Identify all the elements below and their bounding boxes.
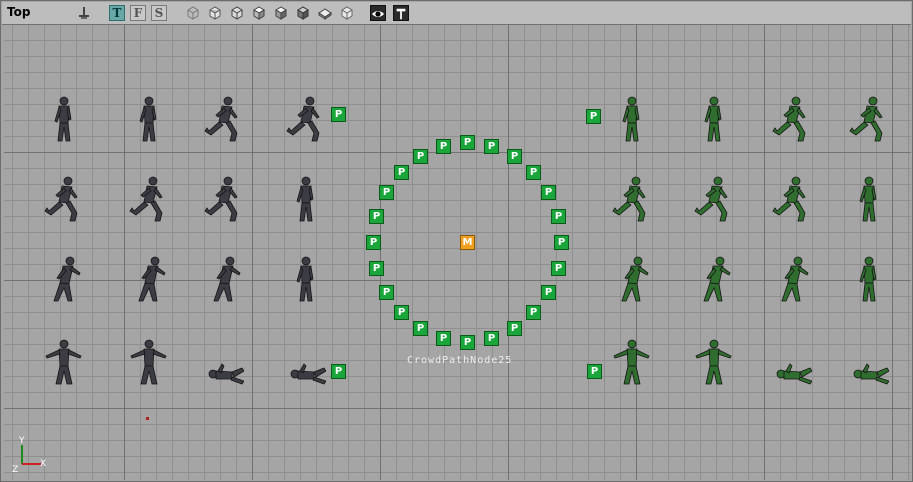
dark-soldier-actor[interactable] — [129, 175, 169, 225]
dark-soldier-actor[interactable] — [44, 95, 84, 145]
dynamic-light-cube-icon[interactable] — [273, 5, 289, 21]
anchor-icon[interactable] — [76, 5, 92, 21]
viewport-window: Top T F S CrowdPathNode25 M Y X Z P P P … — [0, 0, 913, 482]
crowd-path-node[interactable]: P — [526, 305, 541, 320]
dark-soldier-actor[interactable] — [204, 175, 244, 225]
crowd-path-node[interactable]: P — [507, 149, 522, 164]
green-soldier-actor[interactable] — [772, 175, 812, 225]
lit-cube-icon[interactable] — [295, 5, 311, 21]
crowd-path-node[interactable]: P — [379, 185, 394, 200]
crowd-path-node[interactable]: P — [413, 149, 428, 164]
dark-soldier-actor[interactable] — [286, 95, 326, 145]
zone-cube-icon[interactable] — [207, 5, 223, 21]
viewport-canvas[interactable]: CrowdPathNode25 M Y X Z PPPPPPPPPPPPPPPP… — [4, 25, 911, 480]
dark-soldier-actor[interactable] — [44, 338, 84, 388]
axis-gizmo: Y X Z — [10, 436, 60, 477]
green-soldier-actor[interactable] — [849, 255, 889, 305]
origin-marker — [146, 417, 149, 420]
dark-soldier-actor[interactable] — [286, 338, 326, 388]
crowd-path-node[interactable]: P — [331, 364, 346, 379]
selected-node-label: CrowdPathNode25 — [407, 355, 513, 366]
crowd-master-node[interactable]: M — [460, 235, 475, 250]
tab-top-view[interactable]: T — [109, 5, 125, 21]
dark-soldier-actor[interactable] — [129, 95, 169, 145]
green-soldier-actor[interactable] — [694, 175, 734, 225]
green-soldier-actor[interactable] — [694, 255, 734, 305]
texture-cube-icon[interactable] — [229, 5, 245, 21]
tab-side-view[interactable]: S — [151, 5, 167, 21]
green-soldier-actor[interactable] — [612, 338, 652, 388]
crowd-path-node[interactable]: P — [586, 109, 601, 124]
solid-cube-icon[interactable] — [251, 5, 267, 21]
axis-y-label: Y — [19, 436, 25, 446]
viewport-toolbar: Top T F S — [2, 2, 911, 25]
dark-soldier-actor[interactable] — [204, 255, 244, 305]
green-soldier-actor[interactable] — [612, 175, 652, 225]
material-cube-icon[interactable] — [317, 5, 333, 21]
green-soldier-actor[interactable] — [612, 95, 652, 145]
crowd-path-node[interactable]: P — [366, 235, 381, 250]
eye-icon[interactable] — [370, 5, 386, 21]
crowd-path-node[interactable]: P — [587, 364, 602, 379]
viewport-title: Top — [7, 5, 31, 19]
crowd-path-node[interactable]: P — [436, 139, 451, 154]
wireframe-cube-icon[interactable] — [185, 5, 201, 21]
green-soldier-actor[interactable] — [772, 95, 812, 145]
crowd-path-node[interactable]: P — [484, 139, 499, 154]
crowd-path-node[interactable]: P — [551, 261, 566, 276]
green-soldier-actor[interactable] — [612, 255, 652, 305]
tab-front-view[interactable]: F — [130, 5, 146, 21]
crowd-path-node[interactable]: P — [394, 165, 409, 180]
crowd-path-node[interactable]: P — [541, 285, 556, 300]
green-soldier-actor[interactable] — [849, 338, 889, 388]
dark-soldier-actor[interactable] — [44, 175, 84, 225]
crowd-path-node[interactable]: P — [413, 321, 428, 336]
crowd-path-node[interactable]: P — [379, 285, 394, 300]
dark-soldier-actor[interactable] — [286, 175, 326, 225]
green-soldier-actor[interactable] — [772, 338, 812, 388]
unlit-cube-icon[interactable] — [339, 5, 355, 21]
axis-z-label: Z — [12, 465, 19, 475]
pin-icon[interactable] — [393, 5, 409, 21]
crowd-path-node[interactable]: P — [369, 209, 384, 224]
axis-x-label: X — [40, 459, 47, 469]
crowd-path-node[interactable]: P — [484, 331, 499, 346]
crowd-path-node[interactable]: P — [554, 235, 569, 250]
crowd-path-node[interactable]: P — [436, 331, 451, 346]
crowd-path-node[interactable]: P — [526, 165, 541, 180]
crowd-path-node[interactable]: P — [507, 321, 522, 336]
crowd-path-node[interactable]: P — [551, 209, 566, 224]
dark-soldier-actor[interactable] — [129, 255, 169, 305]
dark-soldier-actor[interactable] — [286, 255, 326, 305]
crowd-path-node[interactable]: P — [541, 185, 556, 200]
dark-soldier-actor[interactable] — [204, 95, 244, 145]
green-soldier-actor[interactable] — [772, 255, 812, 305]
crowd-path-node[interactable]: P — [394, 305, 409, 320]
crowd-path-node[interactable]: P — [331, 107, 346, 122]
green-soldier-actor[interactable] — [694, 338, 734, 388]
dark-soldier-actor[interactable] — [204, 338, 244, 388]
dark-soldier-actor[interactable] — [44, 255, 84, 305]
green-soldier-actor[interactable] — [849, 175, 889, 225]
green-soldier-actor[interactable] — [694, 95, 734, 145]
crowd-path-node[interactable]: P — [369, 261, 384, 276]
green-soldier-actor[interactable] — [849, 95, 889, 145]
crowd-path-node[interactable]: P — [460, 135, 475, 150]
crowd-path-node[interactable]: P — [460, 335, 475, 350]
dark-soldier-actor[interactable] — [129, 338, 169, 388]
